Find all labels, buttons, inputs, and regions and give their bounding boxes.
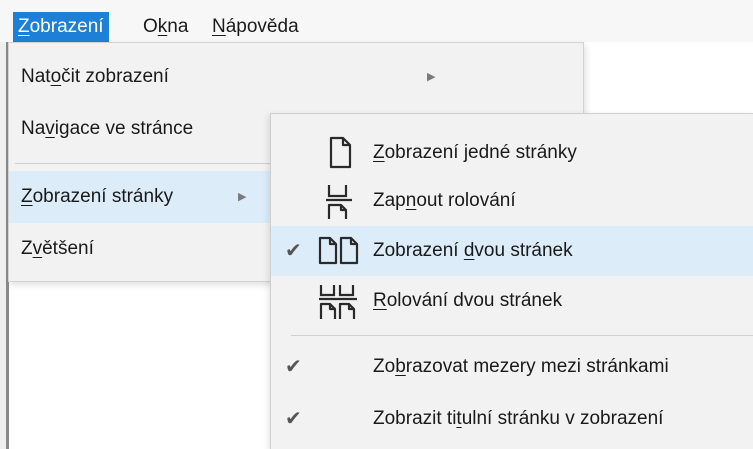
submenu-item-label: Zapnout rolování <box>373 176 516 226</box>
submenu-item-label-post: olování dvou stránek <box>386 290 563 311</box>
menu-item-label-post: ětšení <box>42 238 94 259</box>
menu-item-label: Natočit zobrazení <box>21 51 169 103</box>
menu-item-label-pre: Na <box>21 118 46 139</box>
menu-item-label-post: igace ve stránce <box>54 118 194 139</box>
menu-help-label-post: ápověda <box>225 16 299 37</box>
submenu-item-label-pre: Zo <box>373 356 396 377</box>
check-icon: ✔ <box>285 408 302 430</box>
submenu-item-access-key: b <box>395 356 406 377</box>
check-icon: ✔ <box>285 240 302 262</box>
menu-bar: Zobrazení Okna Nápověda <box>0 0 753 42</box>
menu-windows-label-pre: O <box>143 16 158 37</box>
menu-item-label-pre: Z <box>21 238 33 259</box>
submenu-item-label-post: razovat mezery mezi stránkami <box>405 356 669 377</box>
submenu-item-label-post: vou stránek <box>474 240 573 261</box>
submenu-item-two-page-scrolling[interactable]: Rolování dvou stránek <box>271 276 753 326</box>
enable-scrolling-icon <box>326 185 352 219</box>
submenu-item-access-key: Z <box>373 142 385 163</box>
menu-item-rotate-view[interactable]: Natočit zobrazení ▶ <box>9 51 583 103</box>
menu-help-access-key: N <box>212 16 226 37</box>
submenu-arrow-icon: ▶ <box>427 71 436 83</box>
menu-item-access-key: v <box>45 118 55 139</box>
submenu-item-enable-scrolling[interactable]: Zapnout rolování <box>271 176 753 226</box>
submenu-item-label-post: out rolování <box>416 190 516 211</box>
submenu-arrow-icon: ▶ <box>238 191 247 203</box>
menu-windows[interactable]: Okna <box>138 12 193 42</box>
submenu-item-label-pre: Zobrazit ti <box>373 408 457 429</box>
menu-view-label-post: obrazení <box>29 16 104 37</box>
submenu-item-label: Zobrazovat mezery mezi stránkami <box>373 342 669 392</box>
check-icon: ✔ <box>285 356 302 378</box>
submenu-item-show-cover-page[interactable]: ✔ Zobrazit titulní stránku v zobrazení <box>271 394 753 444</box>
submenu-item-single-page[interactable]: Zobrazení jedné stránky <box>271 128 753 178</box>
submenu-item-label: Zobrazit titulní stránku v zobrazení <box>373 394 663 444</box>
submenu-item-show-page-gaps[interactable]: ✔ Zobrazovat mezery mezi stránkami <box>271 342 753 392</box>
single-page-icon <box>329 136 352 169</box>
menu-item-access-key: o <box>50 66 62 87</box>
two-page-icon <box>318 236 359 265</box>
submenu-item-access-key: n <box>405 190 417 211</box>
submenu-item-label: Rolování dvou stránek <box>373 276 562 326</box>
submenu-item-two-page[interactable]: ✔ Zobrazení dvou stránek <box>271 226 753 276</box>
menu-item-label: Zobrazení stránky <box>21 171 173 223</box>
menu-view[interactable]: Zobrazení <box>13 12 109 42</box>
two-page-scrolling-icon <box>319 285 357 319</box>
submenu-item-label-pre: Zobrazení <box>373 240 464 261</box>
submenu-item-access-key: R <box>373 290 387 311</box>
submenu-item-access-key: d <box>463 240 475 261</box>
page-display-submenu: Zobrazení jedné stránky Zapnout rolování… <box>270 113 753 449</box>
menu-separator <box>291 335 753 336</box>
menu-item-label: Zvětšení <box>21 223 94 275</box>
menu-item-label-post: čit zobrazení <box>61 66 169 87</box>
submenu-item-label-post: obrazení jedné stránky <box>384 142 577 163</box>
menu-windows-label-post: na <box>167 16 189 37</box>
menu-item-access-key: Z <box>21 186 33 207</box>
menu-view-access-key: Z <box>18 16 30 37</box>
menu-item-label-post: obrazení stránky <box>32 186 174 207</box>
menu-help[interactable]: Nápověda <box>207 12 304 42</box>
menu-windows-access-key: k <box>157 16 168 37</box>
submenu-item-label-pre: Zap <box>373 190 406 211</box>
menu-item-label-pre: Nat <box>21 66 51 87</box>
menu-item-label: Navigace ve stránce <box>21 103 193 155</box>
submenu-item-label: Zobrazení dvou stránek <box>373 226 573 276</box>
menu-item-access-key: v <box>32 238 43 259</box>
submenu-item-label-post: ulní stránku v zobrazení <box>461 408 664 429</box>
submenu-item-label: Zobrazení jedné stránky <box>373 128 577 178</box>
